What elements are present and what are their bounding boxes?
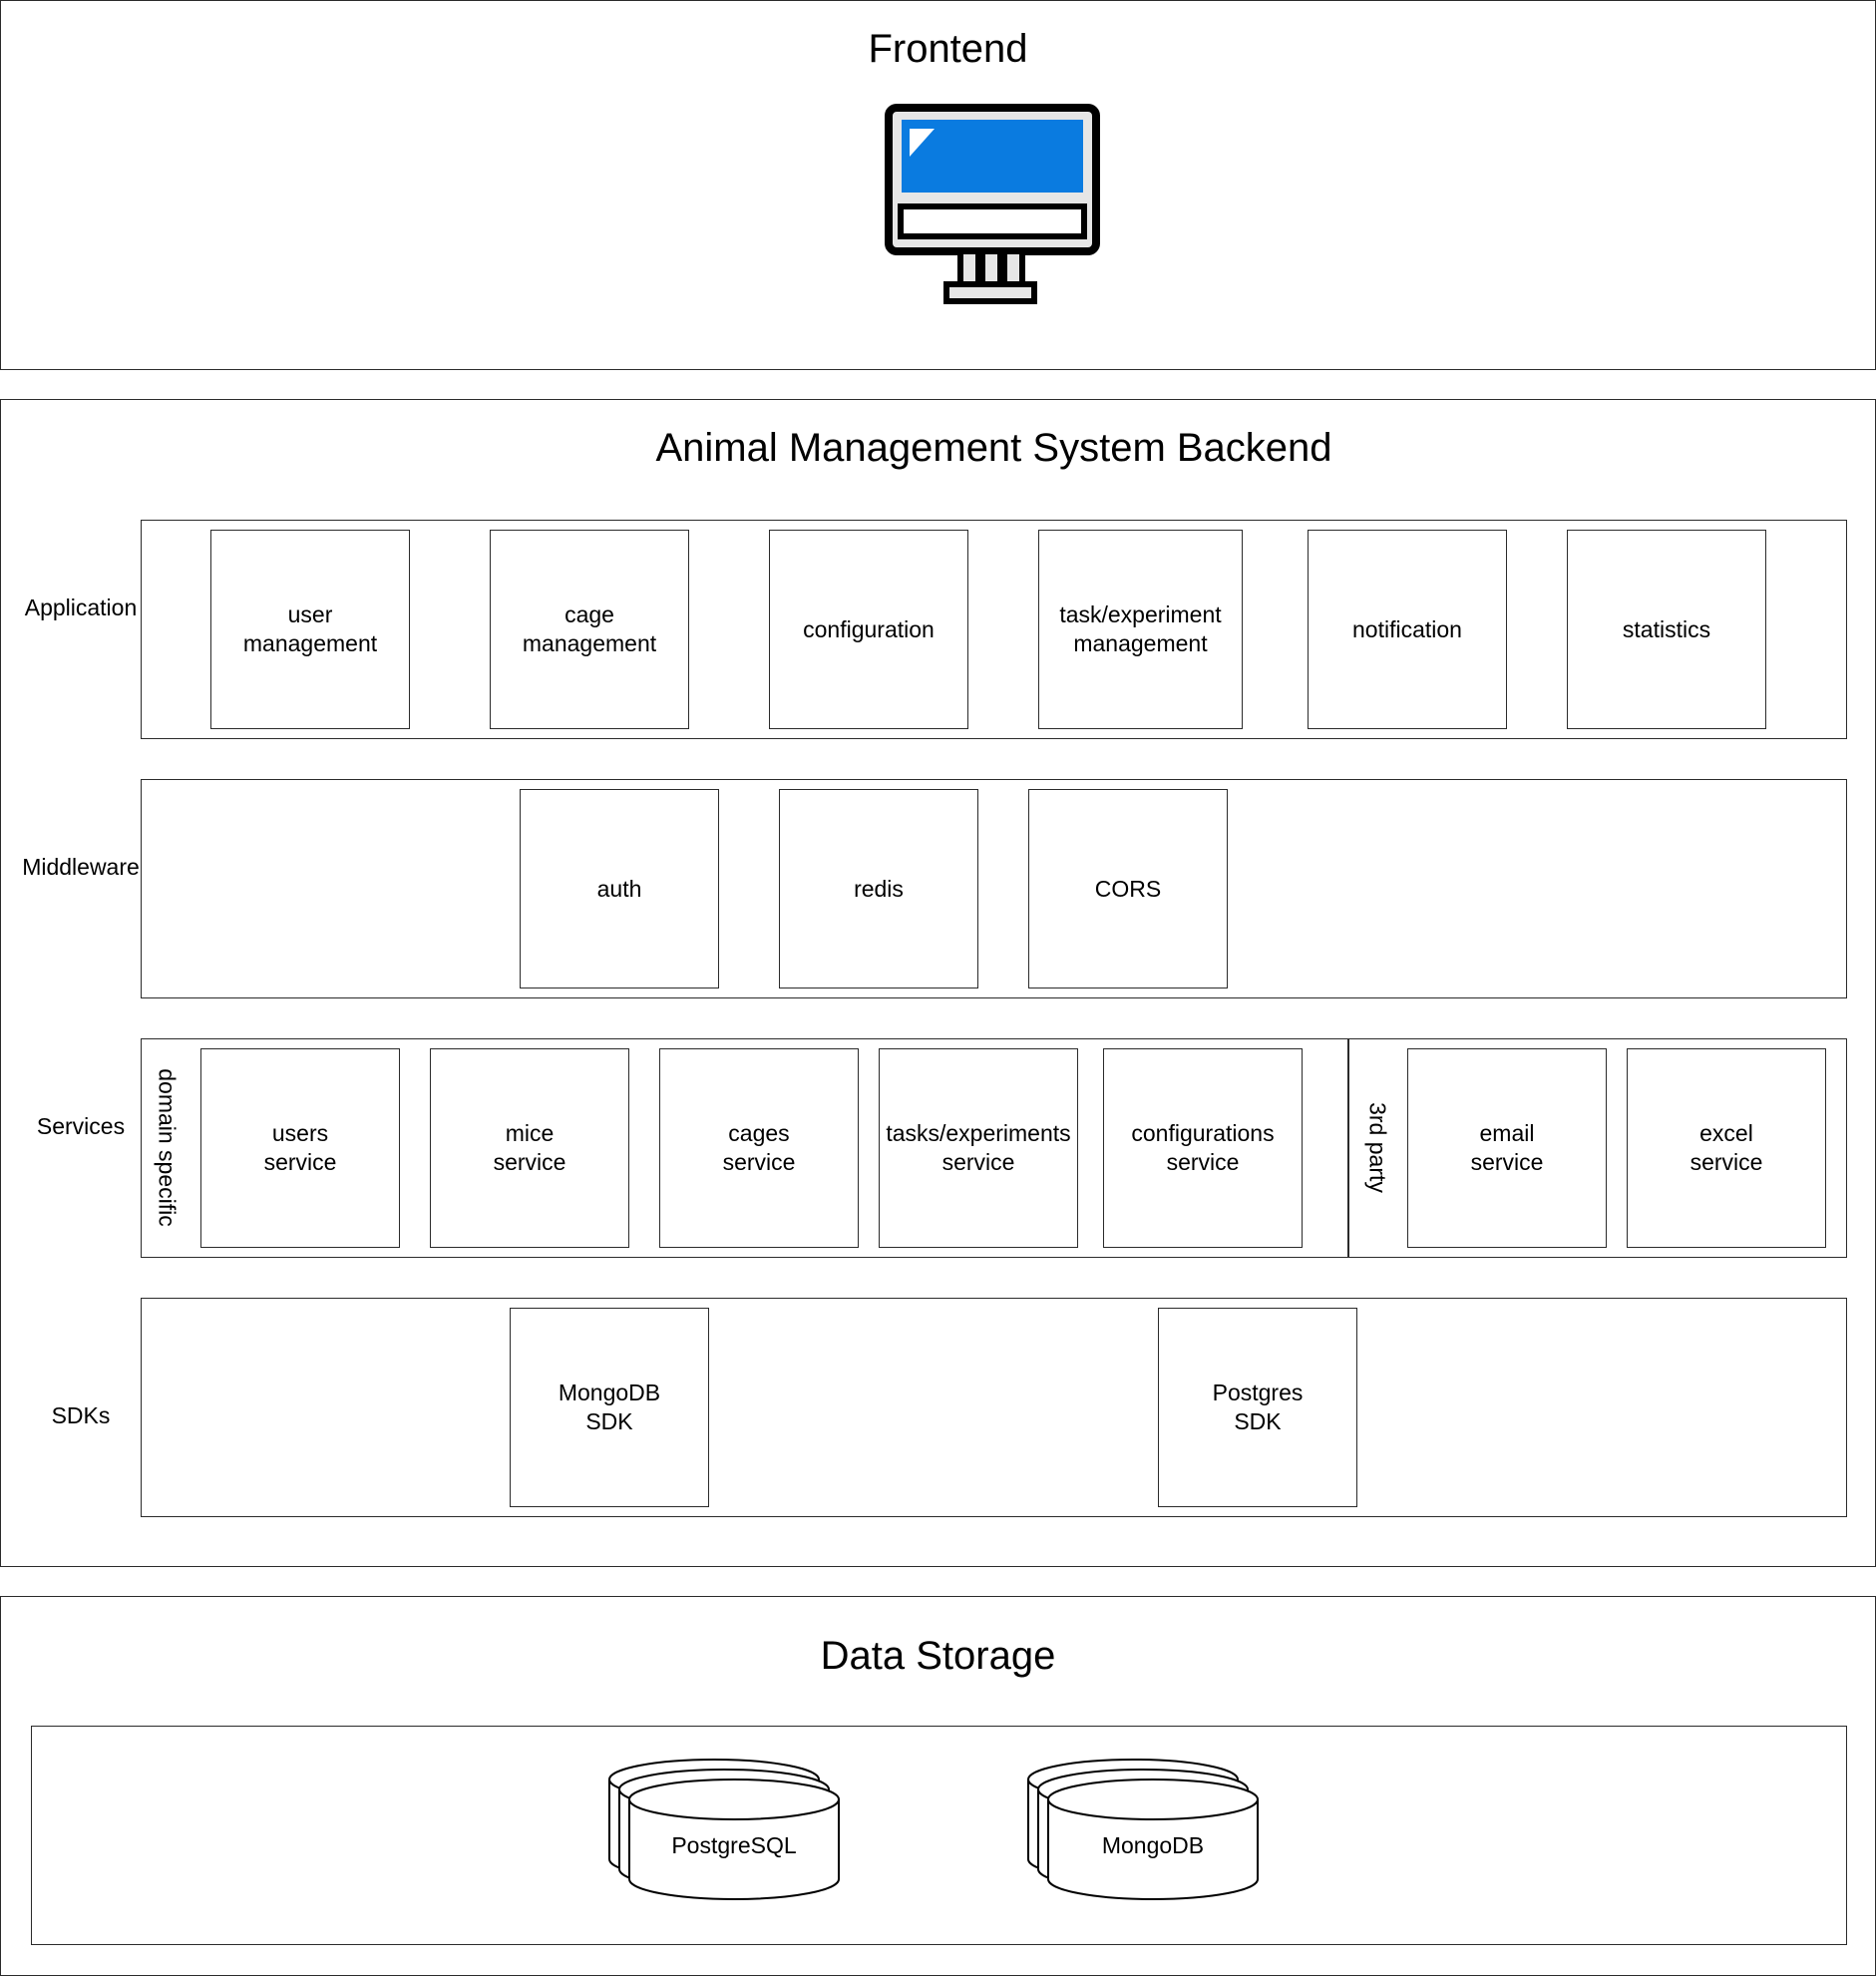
services-group-divider bbox=[1347, 1038, 1349, 1258]
sdks-layer bbox=[141, 1298, 1847, 1517]
user-management-box: user management bbox=[210, 530, 410, 729]
middleware-layer-label: Middleware bbox=[22, 854, 140, 880]
desktop-monitor-icon bbox=[885, 104, 1100, 304]
cors-box: CORS bbox=[1028, 789, 1228, 988]
email-service-box: email service bbox=[1407, 1048, 1607, 1248]
cage-management-box: cage management bbox=[490, 530, 689, 729]
cages-service-box: cages service bbox=[659, 1048, 859, 1248]
mongodb-label: MongoDB bbox=[1101, 1832, 1205, 1858]
domain-specific-group-label: domain specific bbox=[154, 1068, 181, 1227]
notification-box: notification bbox=[1308, 530, 1507, 729]
postgresql-label: PostgreSQL bbox=[671, 1832, 797, 1858]
users-service-box: users service bbox=[200, 1048, 400, 1248]
redis-box: redis bbox=[779, 789, 978, 988]
configurations-service-box: configurations service bbox=[1103, 1048, 1303, 1248]
frontend-title: Frontend bbox=[868, 27, 1028, 71]
third-party-group-label: 3rd party bbox=[1364, 1102, 1391, 1193]
storage-title: Data Storage bbox=[820, 1634, 1056, 1678]
application-layer-label: Application bbox=[24, 594, 138, 620]
backend-title: Animal Management System Backend bbox=[655, 426, 1332, 470]
task-experiment-management-box: task/experiment management bbox=[1038, 530, 1243, 729]
excel-service-box: excel service bbox=[1627, 1048, 1826, 1248]
sdks-layer-label: SDKs bbox=[51, 1402, 111, 1428]
statistics-box: statistics bbox=[1567, 530, 1766, 729]
mongodb-sdk-box: MongoDB SDK bbox=[510, 1308, 709, 1507]
mice-service-box: mice service bbox=[430, 1048, 629, 1248]
backend-panel: Animal Management System Backend Applica… bbox=[0, 399, 1876, 1567]
middleware-layer bbox=[141, 779, 1847, 998]
services-layer-label: Services bbox=[36, 1113, 126, 1139]
frontend-panel: Frontend bbox=[0, 0, 1876, 370]
postgres-sdk-box: Postgres SDK bbox=[1158, 1308, 1357, 1507]
storage-container bbox=[31, 1726, 1847, 1945]
auth-box: auth bbox=[520, 789, 719, 988]
configuration-box: configuration bbox=[769, 530, 968, 729]
tasks-experiments-service-box: tasks/experiments service bbox=[879, 1048, 1078, 1248]
storage-panel: Data Storage PostgreSQL MongoDB bbox=[0, 1596, 1876, 1976]
